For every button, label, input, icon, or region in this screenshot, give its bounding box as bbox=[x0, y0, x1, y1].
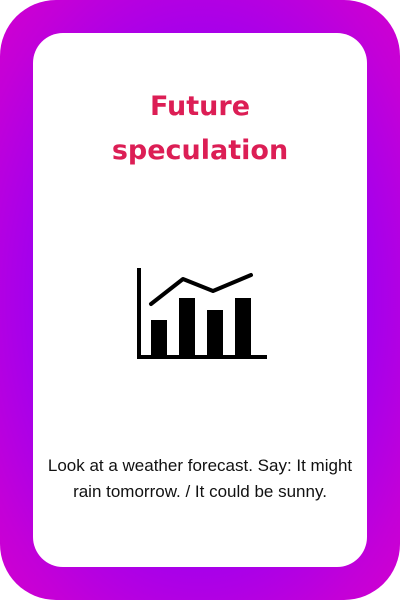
card-description: Look at a weather forecast. Say: It migh… bbox=[47, 456, 353, 501]
card-title: Future speculation bbox=[111, 91, 289, 166]
bar-line-chart-icon bbox=[133, 265, 269, 365]
card-frame: Future speculation Look at a weather for… bbox=[0, 0, 400, 600]
card: Future speculation Look at a weather for… bbox=[33, 33, 367, 567]
